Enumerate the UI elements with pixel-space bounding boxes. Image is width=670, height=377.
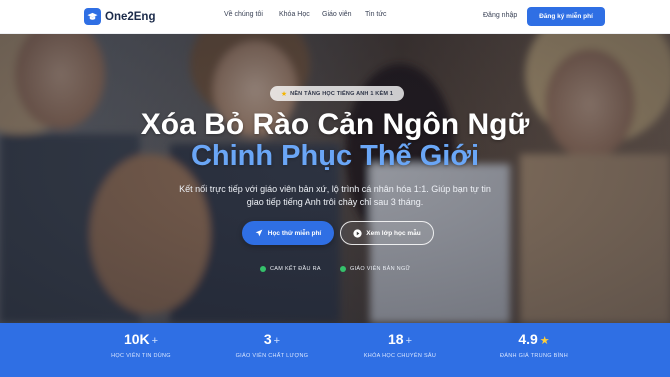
logo[interactable]: One2Eng bbox=[84, 8, 155, 25]
check-circle-icon bbox=[260, 266, 266, 272]
stat-suffix: + bbox=[405, 335, 412, 347]
stat-label: KHÓA HỌC CHUYÊN SÂU bbox=[363, 353, 437, 359]
nav-link-courses[interactable]: Khóa Học bbox=[279, 11, 310, 18]
star-icon: ★ bbox=[280, 90, 288, 98]
hero-section: ★ NỀN TẢNG HỌC TIẾNG ANH 1 KÈM 1 Xóa Bỏ … bbox=[0, 34, 670, 323]
brand-name: One2Eng bbox=[105, 10, 156, 23]
stat-label: GIÁO VIÊN CHẤT LƯỢNG bbox=[235, 353, 309, 359]
paper-plane-icon bbox=[255, 229, 264, 238]
free-trial-label: Học thử miễn phí bbox=[267, 229, 322, 237]
hero-subtitle: Kết nối trực tiếp với giáo viên bản xứ, … bbox=[179, 184, 491, 207]
check-native-teacher-label: GIÁO VIÊN BẢN NGỮ bbox=[350, 266, 411, 272]
stat-suffix: + bbox=[273, 335, 281, 347]
stat-value: 4.9 bbox=[518, 331, 538, 347]
sample-class-label: Xem lớp học mẫu bbox=[366, 229, 421, 237]
free-trial-button[interactable]: Học thử miễn phí bbox=[242, 221, 334, 245]
nav-link-teachers[interactable]: Giáo viên bbox=[322, 11, 352, 18]
check-native-teacher: GIÁO VIÊN BẢN NGỮ bbox=[340, 266, 411, 272]
signup-button[interactable]: Đăng ký miễn phí bbox=[527, 7, 605, 26]
play-circle-icon bbox=[353, 228, 362, 238]
hero-title-line2: Chinh Phục Thế Giới bbox=[190, 140, 480, 172]
check-commitment-label: CAM KẾT ĐẦU RA bbox=[270, 266, 321, 272]
hero-badge-text: NỀN TẢNG HỌC TIẾNG ANH 1 KÈM 1 bbox=[290, 90, 394, 97]
stat-value: 18 bbox=[387, 331, 404, 347]
sample-class-button[interactable]: Xem lớp học mẫu bbox=[340, 221, 434, 245]
stat-students: 10K + HỌC VIÊN TIN DÙNG bbox=[81, 331, 201, 359]
check-circle-icon bbox=[340, 266, 346, 272]
top-navbar: One2Eng Về chúng tôi Khóa Học Giáo viên … bbox=[0, 0, 670, 34]
login-link[interactable]: Đăng nhập bbox=[483, 12, 517, 19]
stat-value: 10K bbox=[123, 331, 150, 347]
stat-suffix: + bbox=[151, 335, 159, 347]
stat-label: HỌC VIÊN TIN DÙNG bbox=[111, 353, 171, 359]
stat-rating: 4.9 ★ ĐÁNH GIÁ TRUNG BÌNH bbox=[474, 331, 594, 359]
star-icon: ★ bbox=[539, 335, 550, 347]
graduation-cap-icon bbox=[84, 8, 101, 25]
check-commitment: CAM KẾT ĐẦU RA bbox=[260, 266, 321, 272]
stats-bar: 10K + HỌC VIÊN TIN DÙNG 3 + GIÁO VIÊN CHẤT… bbox=[0, 323, 670, 377]
stat-teachers: 3 + GIÁO VIÊN CHẤT LƯỢNG bbox=[212, 331, 332, 359]
stat-courses: 18 + KHÓA HỌC CHUYÊN SÂU bbox=[340, 331, 460, 359]
stat-label: ĐÁNH GIÁ TRUNG BÌNH bbox=[500, 353, 568, 359]
nav-link-about[interactable]: Về chúng tôi bbox=[224, 11, 263, 18]
hero-overlay bbox=[0, 34, 670, 323]
hero-badge: ★ NỀN TẢNG HỌC TIẾNG ANH 1 KÈM 1 bbox=[270, 86, 404, 101]
nav-link-news[interactable]: Tin tức bbox=[365, 11, 387, 18]
stat-value: 3 bbox=[263, 331, 272, 347]
hero-title-line1: Xóa Bỏ Rào Cản Ngôn Ngữ bbox=[140, 108, 530, 141]
